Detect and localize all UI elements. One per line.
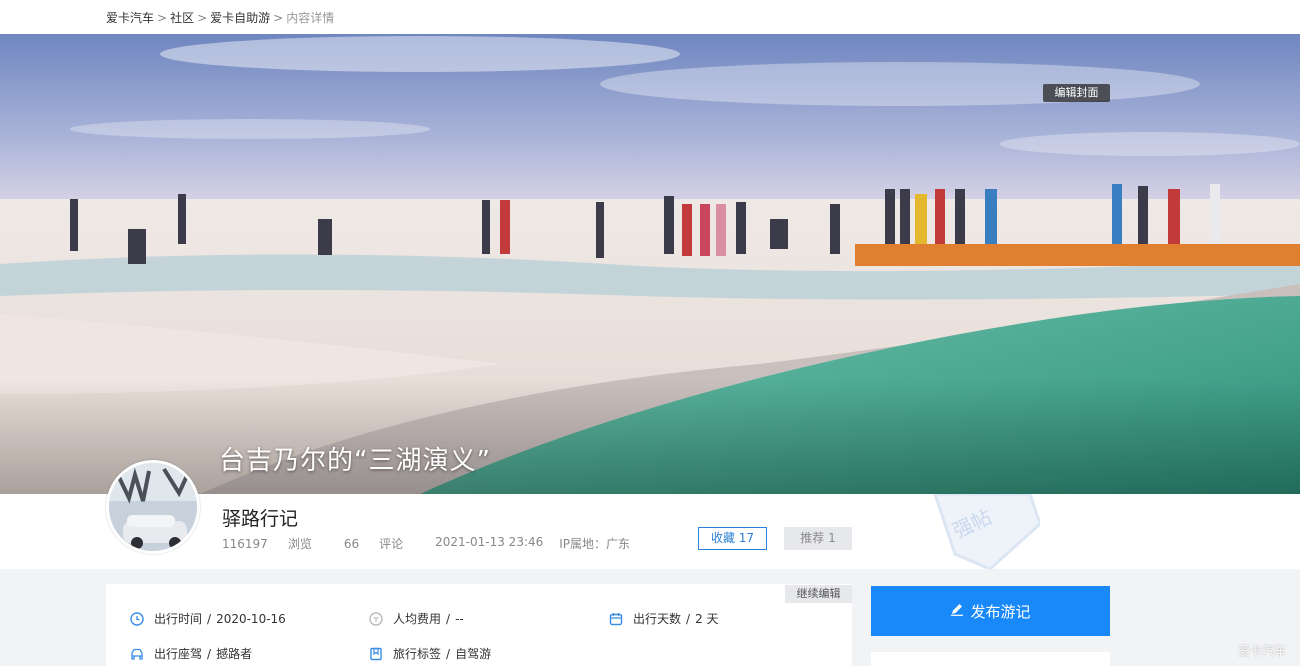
clock-icon [130, 611, 144, 626]
post-datetime: 2021-01-13 23:46 [435, 535, 544, 549]
car-icon [130, 647, 144, 661]
cover-image [0, 34, 1300, 494]
publish-travelogue-button[interactable]: 发布游记 [871, 586, 1110, 636]
continue-edit-button[interactable]: 继续编辑 [785, 585, 852, 603]
comment-count: 66 评论 [343, 537, 404, 551]
info-vehicle: 出行座驾 / 撼路者 [130, 645, 252, 662]
info-departure-time: 出行时间/2020-10-16 [130, 610, 286, 627]
site-watermark: 爱卡汽车 [1238, 644, 1287, 658]
post-title: 台吉乃尔的“三湖演义” [219, 446, 491, 476]
breadcrumb-separator: > [273, 10, 284, 25]
ip-location: IP属地：广东 [559, 537, 631, 551]
cover-banner: 编辑封面 [0, 34, 1300, 494]
collect-button[interactable]: 收藏 17 [698, 527, 767, 550]
breadcrumb: 爱卡汽车 > 社区 > 爱卡自助游 > 内容详情 [106, 9, 334, 26]
pen-icon [950, 602, 964, 620]
sidebar-card [871, 652, 1110, 666]
breadcrumb-separator: > [157, 10, 168, 25]
author-name[interactable]: 驿路行记 [222, 504, 298, 531]
edit-cover-button[interactable]: 编辑封面 [1043, 84, 1110, 102]
coin-icon [369, 611, 383, 626]
publish-label: 发布游记 [970, 602, 1031, 621]
breadcrumb-self-drive[interactable]: 爱卡自助游 [210, 9, 270, 26]
breadcrumb-current: 内容详情 [286, 11, 335, 25]
breadcrumb-bar: 爱卡汽车 > 社区 > 爱卡自助游 > 内容详情 [0, 0, 1300, 34]
breadcrumb-community[interactable]: 社区 [170, 9, 194, 26]
featured-watermark: 强帖 [933, 494, 1040, 569]
info-avg-cost: 人均费用 / -- [369, 610, 464, 627]
breadcrumb-home[interactable]: 爱卡汽车 [106, 9, 154, 26]
bookmark-icon [369, 647, 383, 661]
info-travel-tag: 旅行标签 / 自驾游 [369, 645, 491, 662]
post-meta: 116197 浏览 66 评论 2021-01-13 23:46 IP属地：广东 [222, 535, 646, 552]
author-avatar[interactable] [106, 460, 200, 554]
info-trip-days: 出行天数/2 天 [609, 610, 719, 627]
view-count: 116197 浏览 [222, 537, 312, 551]
breadcrumb-separator: > [197, 10, 208, 25]
calendar-icon [609, 612, 623, 626]
recommend-button[interactable]: 推荐 1 [784, 527, 852, 550]
